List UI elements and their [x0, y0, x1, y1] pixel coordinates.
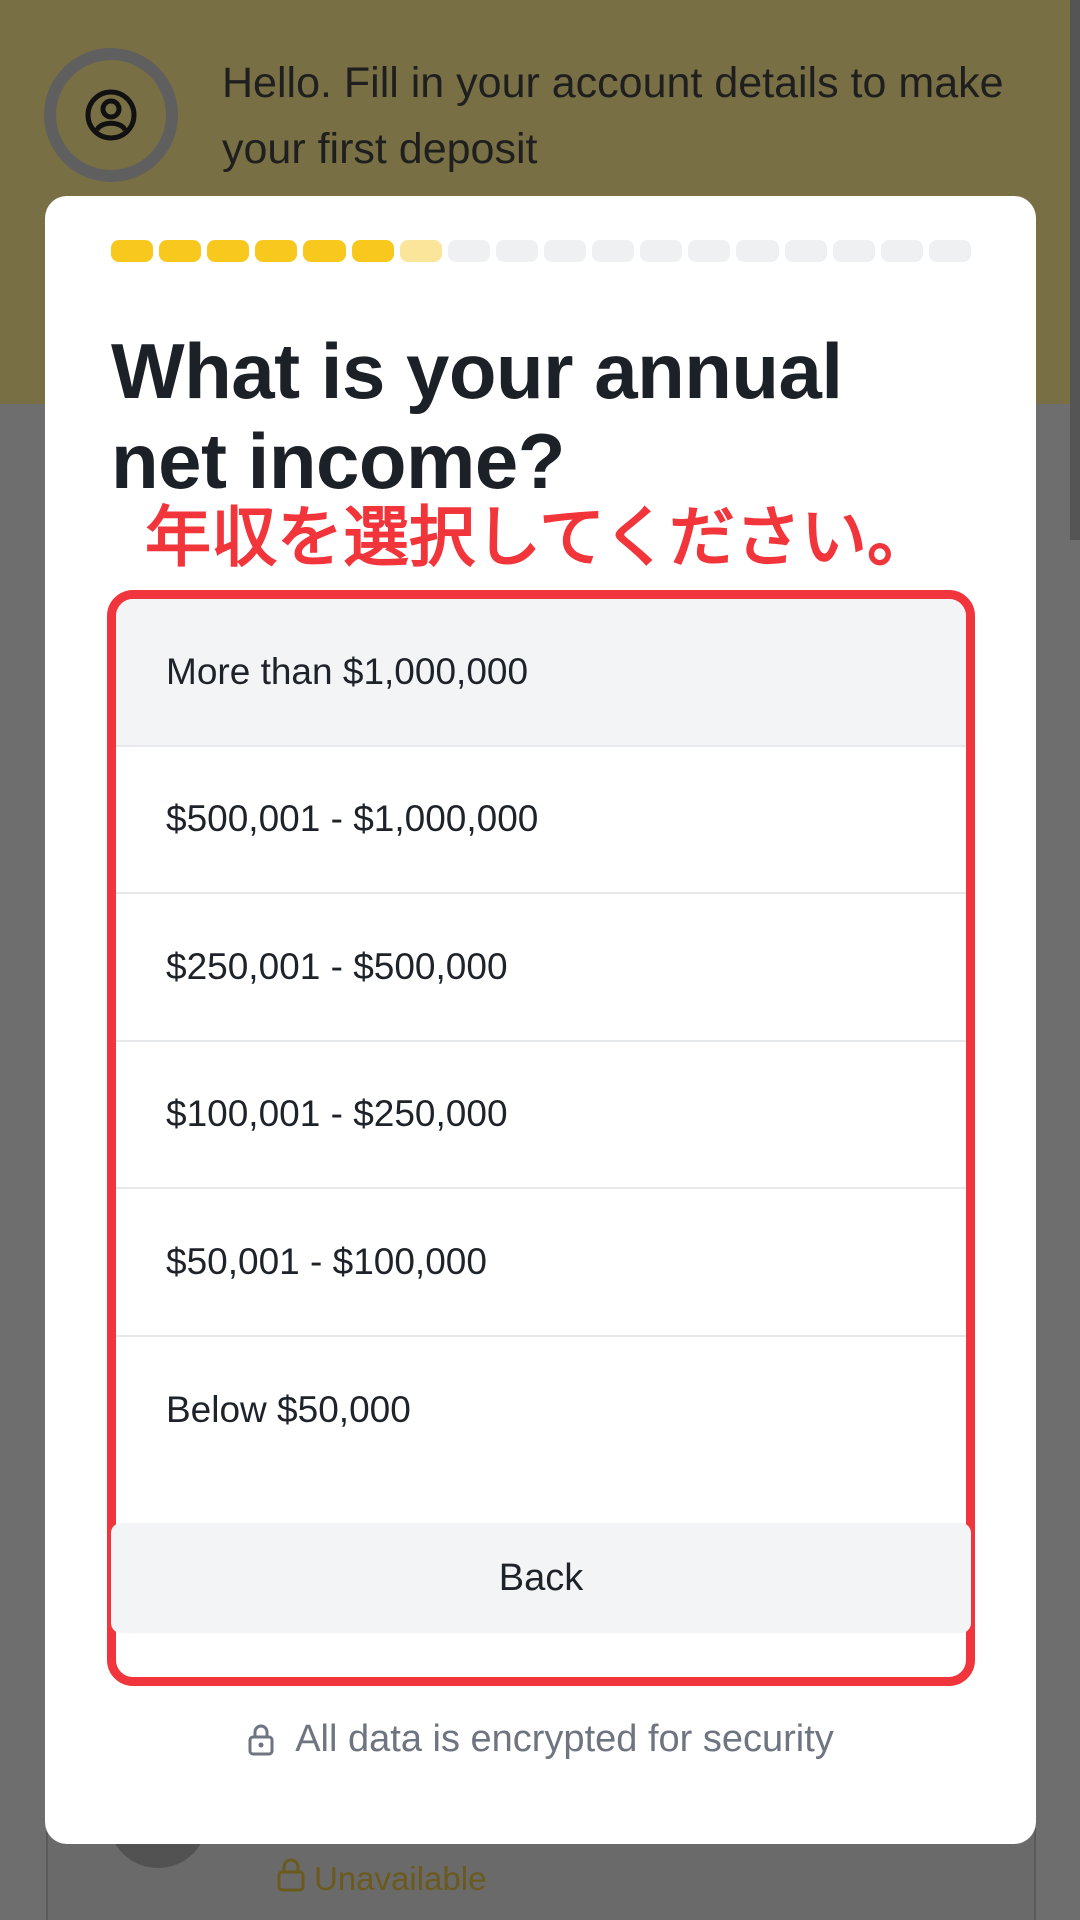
unavailable-badge: Unavailable [276, 1858, 486, 1900]
user-icon [84, 88, 138, 142]
income-modal: What is your annual net income? 年収を選択してく… [45, 196, 1036, 1844]
security-note: All data is encrypted for security [45, 1718, 1036, 1761]
security-text: All data is encrypted for security [295, 1718, 834, 1760]
option-500k-1m[interactable]: $500,001 - $1,000,000 [116, 747, 966, 894]
question-title: What is your annual net income? [111, 327, 843, 505]
step-progress-bar [111, 240, 971, 262]
option-more-than-1m[interactable]: More than $1,000,000 [116, 599, 966, 747]
progress-segment [495, 240, 538, 262]
option-100k-250k[interactable]: $100,001 - $250,000 [116, 1042, 966, 1189]
option-below-50k[interactable]: Below $50,000 [116, 1337, 966, 1485]
progress-segment [784, 240, 827, 262]
progress-segment [928, 240, 971, 262]
option-250k-500k[interactable]: $250,001 - $500,000 [116, 894, 966, 1042]
page-scrollbar[interactable] [1070, 0, 1080, 540]
greeting-text: Hello. Fill in your account details to m… [222, 59, 1004, 173]
progress-segment [543, 240, 587, 262]
progress-segment [351, 240, 394, 262]
progress-segment [207, 240, 250, 262]
annotation-text: 年収を選択してください。 [145, 499, 934, 576]
back-button[interactable]: Back [111, 1523, 971, 1633]
income-options-list: More than $1,000,000 $500,001 - $1,000,0… [107, 590, 975, 1686]
option-50k-100k[interactable]: $50,001 - $100,000 [116, 1189, 966, 1337]
progress-segment [736, 240, 779, 262]
lock-icon [276, 1858, 306, 1900]
progress-segment [447, 240, 490, 262]
progress-segment [880, 240, 923, 262]
progress-segment [592, 240, 635, 262]
progress-segment [399, 240, 442, 262]
progress-segment [111, 240, 154, 262]
lock-icon [247, 1723, 275, 1757]
progress-segment [832, 240, 875, 262]
progress-segment [255, 240, 298, 262]
progress-segment [159, 240, 202, 262]
progress-segment [640, 240, 683, 262]
unavailable-label: Unavailable [314, 1860, 487, 1897]
progress-segment [303, 240, 346, 262]
progress-segment [688, 240, 731, 262]
